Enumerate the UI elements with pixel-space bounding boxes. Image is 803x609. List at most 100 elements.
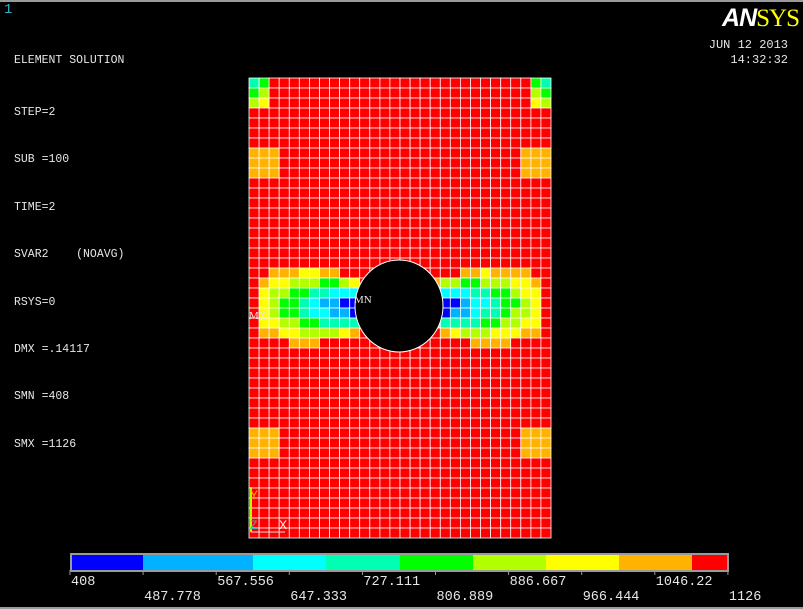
mesh-element: [470, 267, 482, 279]
mesh-element: [449, 507, 461, 519]
mesh-element: [540, 217, 552, 229]
mesh-element: [409, 157, 421, 169]
mesh-element: [409, 167, 421, 179]
mesh-element: [319, 307, 331, 319]
mesh-element: [429, 437, 441, 449]
mesh-element: [470, 457, 482, 469]
mesh-element: [399, 237, 411, 249]
mesh-element: [258, 227, 270, 239]
mesh-element: [339, 377, 351, 389]
mesh-element: [520, 107, 532, 119]
mesh-element: [298, 297, 310, 309]
mesh-element: [510, 207, 522, 219]
mesh-element: [359, 167, 371, 179]
mesh-element: [369, 87, 381, 99]
mesh-element: [339, 517, 351, 529]
mesh-element: [419, 247, 431, 259]
mesh-element: [288, 97, 300, 109]
mesh-element: [500, 167, 512, 179]
mesh-element: [319, 437, 331, 449]
mesh-element: [379, 417, 391, 429]
mesh-element: [329, 147, 341, 159]
mesh-element: [339, 417, 351, 429]
mesh-element: [520, 247, 532, 259]
mesh-element: [419, 377, 431, 389]
mesh-element: [339, 167, 351, 179]
mesh-element: [510, 467, 522, 479]
mesh-element: [419, 407, 431, 419]
info-line: SVAR2 (NOAVG): [14, 248, 125, 262]
mesh-element: [268, 247, 280, 259]
mesh-element: [359, 97, 371, 109]
mesh-element: [480, 107, 492, 119]
mesh-element: [540, 347, 552, 359]
mesh-element: [349, 497, 361, 509]
mesh-element: [248, 207, 260, 219]
mesh-element: [459, 117, 471, 129]
mesh-element: [278, 167, 290, 179]
mesh-element: [319, 487, 331, 499]
mesh-element: [409, 177, 421, 189]
mesh-element: [480, 237, 492, 249]
mesh-element: [459, 517, 471, 529]
mesh-element: [480, 527, 492, 539]
mesh-element: [490, 97, 502, 109]
mesh-element: [399, 187, 411, 199]
mesh-element: [409, 237, 421, 249]
mesh-element: [319, 187, 331, 199]
mesh-element: [278, 227, 290, 239]
mesh-element: [419, 97, 431, 109]
mesh-element: [540, 447, 552, 459]
mesh-element: [500, 397, 512, 409]
mesh-element: [520, 197, 532, 209]
mesh-element: [530, 157, 542, 169]
mesh-element: [480, 257, 492, 269]
mesh-element: [268, 487, 280, 499]
mesh-element: [268, 417, 280, 429]
mesh-element: [470, 207, 482, 219]
mesh-element: [409, 137, 421, 149]
mesh-element: [470, 517, 482, 529]
mesh-element: [449, 357, 461, 369]
mesh-element: [319, 237, 331, 249]
mesh-element: [449, 447, 461, 459]
mesh-element: [399, 77, 411, 89]
mesh-element: [329, 177, 341, 189]
mesh-element: [490, 387, 502, 399]
mesh-element: [500, 317, 512, 329]
mesh-element: [510, 87, 522, 99]
mesh-element: [449, 487, 461, 499]
legend-band: [473, 555, 546, 570]
triad-x-label: X: [279, 518, 287, 532]
mesh-element: [268, 87, 280, 99]
mesh-element: [490, 247, 502, 259]
mesh-element: [530, 267, 542, 279]
mesh-element: [399, 87, 411, 99]
mesh-element: [389, 527, 401, 539]
mesh-element: [389, 77, 401, 89]
mesh-element: [520, 347, 532, 359]
mesh-element: [470, 337, 482, 349]
mesh-element: [530, 87, 542, 99]
mesh-element: [389, 187, 401, 199]
mesh-element: [319, 337, 331, 349]
mesh-element: [339, 287, 351, 299]
mesh-element: [490, 277, 502, 289]
mesh-element: [520, 437, 532, 449]
mesh-element: [329, 377, 341, 389]
mesh-element: [470, 527, 482, 539]
mesh-element: [449, 337, 461, 349]
mesh-element: [268, 437, 280, 449]
mesh-element: [449, 497, 461, 509]
mesh-element: [329, 207, 341, 219]
mesh-element: [349, 337, 361, 349]
mesh-element: [480, 337, 492, 349]
mesh-element: [258, 207, 270, 219]
mesh-element: [288, 207, 300, 219]
mesh-element: [510, 417, 522, 429]
mesh-element: [329, 417, 341, 429]
mesh-element: [268, 297, 280, 309]
mesh-element: [288, 387, 300, 399]
mesh-element: [459, 157, 471, 169]
mesh-element: [298, 447, 310, 459]
